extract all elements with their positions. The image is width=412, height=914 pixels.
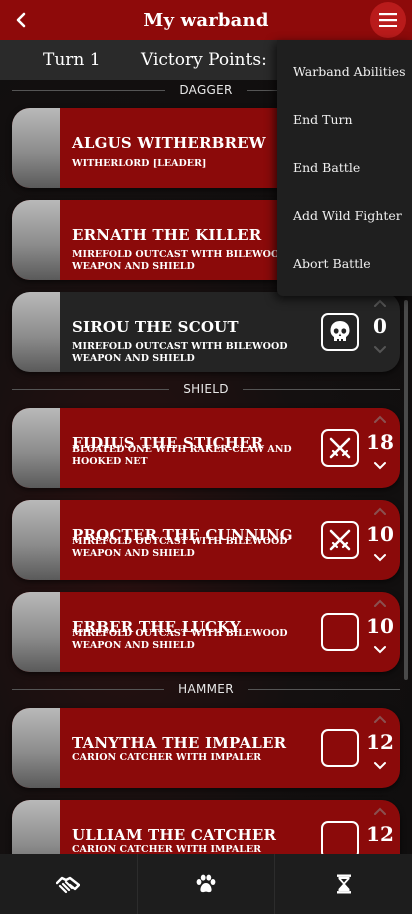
fighter-type: MIREFOLD OUTCAST WITH BILEWOOD WEAPON AN…	[72, 628, 288, 651]
increment-button[interactable]	[370, 804, 390, 818]
chevron-down-icon	[374, 461, 386, 469]
fighter-type: MIREFOLD OUTCAST WITH BILEWOOD WEAPON AN…	[72, 536, 288, 559]
hourglass-icon	[336, 874, 351, 894]
fighter-card[interactable]: ULLIAM THE CATCHER CARION CATCHER WITH I…	[12, 800, 400, 854]
tab-paw[interactable]	[138, 854, 276, 914]
points-counter: 18	[364, 412, 396, 484]
fighter-portrait	[12, 708, 60, 788]
fighter-portrait	[12, 108, 60, 188]
fighter-portrait	[12, 500, 60, 580]
points-counter: 12	[364, 804, 396, 854]
crossed-swords-icon	[329, 437, 351, 459]
fighter-name: ALGUS WITHERBREW	[72, 134, 266, 152]
status-toggle[interactable]	[321, 613, 359, 651]
menu-item-end-battle[interactable]: End Battle	[293, 160, 360, 175]
fighter-type: CARION CATCHER WITH IMPALER	[72, 844, 262, 854]
back-button[interactable]	[10, 6, 32, 34]
handshake-icon	[56, 876, 81, 894]
chevron-left-icon	[16, 12, 26, 28]
fighter-type: CARION CATCHER WITH IMPALER	[72, 752, 262, 763]
status-toggle[interactable]	[321, 729, 359, 767]
points-counter: 10	[364, 504, 396, 576]
increment-button[interactable]	[370, 504, 390, 518]
menu-item-warband-abilities[interactable]: Warband Abilities	[293, 64, 406, 79]
bottom-nav	[0, 854, 412, 914]
menu-item-end-turn[interactable]: End Turn	[293, 112, 353, 127]
status-toggle[interactable]	[321, 429, 359, 467]
turn-label: Turn 1	[43, 50, 101, 70]
points-value: 0	[373, 314, 387, 338]
points-counter: 0	[364, 296, 396, 368]
chevron-up-icon	[374, 507, 386, 515]
menu-button[interactable]	[370, 2, 406, 38]
chevron-up-icon	[374, 599, 386, 607]
fighter-type: BLOATED ONE WITH RAKER-CLAW AND HOOKED N…	[72, 444, 292, 467]
paw-icon	[196, 874, 216, 893]
points-value: 12	[366, 730, 394, 754]
fighter-card[interactable]: PROCTER THE CUNNING MIREFOLD OUTCAST WIT…	[12, 500, 400, 580]
fighter-portrait	[12, 800, 60, 854]
fighter-portrait	[12, 408, 60, 488]
skull-icon	[330, 321, 350, 341]
section-label: HAMMER	[178, 682, 234, 696]
menu-item-add-wild-fighter[interactable]: Add Wild Fighter	[293, 208, 402, 223]
scrollbar[interactable]	[404, 300, 408, 680]
chevron-down-icon	[374, 553, 386, 561]
fighter-card[interactable]: TANYTHA THE IMPALER CARION CATCHER WITH …	[12, 708, 400, 788]
tab-hourglass[interactable]	[275, 854, 412, 914]
chevron-down-icon	[374, 761, 386, 769]
section-divider-shield: SHIELD	[12, 380, 400, 398]
fighter-card[interactable]: SIROU THE SCOUT MIREFOLD OUTCAST WITH BI…	[12, 292, 400, 372]
fighter-portrait	[12, 292, 60, 372]
points-counter: 12	[364, 712, 396, 784]
decrement-button[interactable]	[370, 758, 390, 772]
section-label: DAGGER	[179, 83, 233, 97]
decrement-button[interactable]	[370, 342, 390, 356]
chevron-up-icon	[374, 415, 386, 423]
chevron-up-icon	[374, 807, 386, 815]
overflow-menu: Warband Abilities End Turn End Battle Ad…	[277, 40, 412, 296]
decrement-button[interactable]	[370, 642, 390, 656]
chevron-down-icon	[374, 645, 386, 653]
points-value: 10	[366, 614, 394, 638]
increment-button[interactable]	[370, 712, 390, 726]
points-counter: 10	[364, 596, 396, 668]
fighter-name: ULLIAM THE CATCHER	[72, 826, 277, 844]
page-title: My warband	[143, 9, 269, 31]
increment-button[interactable]	[370, 596, 390, 610]
points-value: 12	[366, 822, 394, 846]
crossed-swords-icon	[329, 529, 351, 551]
points-value: 10	[366, 522, 394, 546]
fighter-portrait	[12, 200, 60, 280]
chevron-down-icon	[374, 345, 386, 353]
section-label: SHIELD	[183, 382, 229, 396]
status-toggle[interactable]	[321, 521, 359, 559]
fighter-portrait	[12, 592, 60, 672]
status-toggle[interactable]	[321, 821, 359, 854]
increment-button[interactable]	[370, 296, 390, 310]
points-value: 18	[366, 430, 394, 454]
decrement-button[interactable]	[370, 458, 390, 472]
fighter-name: ERNATH THE KILLER	[72, 226, 262, 244]
fighter-card[interactable]: ERBER THE LUCKY MIREFOLD OUTCAST WITH BI…	[12, 592, 400, 672]
chevron-up-icon	[374, 299, 386, 307]
tab-handshake[interactable]	[0, 854, 138, 914]
section-divider-hammer: HAMMER	[12, 680, 401, 698]
status-toggle[interactable]	[321, 313, 359, 351]
fighter-card[interactable]: FIDIUS THE STICHER BLOATED ONE WITH RAKE…	[12, 408, 400, 488]
fighter-type: MIREFOLD OUTCAST WITH BILEWOOD WEAPON AN…	[72, 341, 288, 364]
victory-points-label: Victory Points:	[141, 50, 267, 70]
decrement-button[interactable]	[370, 550, 390, 564]
menu-item-abort-battle[interactable]: Abort Battle	[293, 256, 371, 271]
app-header: My warband	[0, 0, 412, 40]
increment-button[interactable]	[370, 412, 390, 426]
chevron-up-icon	[374, 715, 386, 723]
fighter-name: TANYTHA THE IMPALER	[72, 734, 287, 752]
fighter-type: MIREFOLD OUTCAST WITH BILEWOOD WEAPON AN…	[72, 249, 288, 272]
fighter-name: SIROU THE SCOUT	[72, 318, 239, 336]
hamburger-icon	[379, 13, 397, 27]
fighter-type: WITHERLORD [LEADER]	[72, 158, 207, 169]
